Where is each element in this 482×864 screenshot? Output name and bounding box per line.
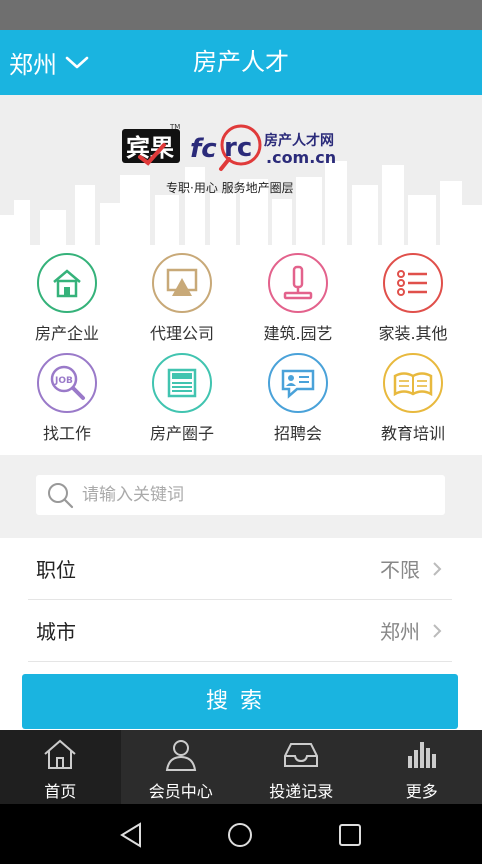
category-circle[interactable]: 房产圈子 [122, 347, 242, 447]
id-card-icon [268, 353, 328, 413]
city-filter-label: 城市 [36, 620, 76, 644]
svg-text:房产人才网: 房产人才网 [264, 132, 334, 149]
banner: 宾果 TM fc rc 房产人才网 .com.cn 专职·用心 服务地产圈层 [0, 95, 482, 245]
city-filter-value: 郑州 [380, 620, 420, 644]
slogan: 专职·用心 服务地产圈层 [166, 181, 294, 195]
system-nav-bar [0, 804, 482, 864]
bars-icon [407, 742, 436, 768]
app-header: 郑州 房产人才 [0, 30, 482, 95]
list-icon [383, 253, 443, 313]
svg-text:fc: fc [190, 134, 217, 164]
tab-more[interactable]: 更多 [362, 730, 482, 804]
category-label: 家装.其他 [378, 324, 448, 343]
recent-apps-icon[interactable] [337, 822, 363, 848]
city-label: 郑州 [9, 51, 57, 79]
chevron-right-icon [433, 623, 442, 638]
user-icon [165, 740, 196, 771]
city-selector[interactable]: 郑州 [9, 30, 89, 95]
category-decoration[interactable]: 家装.其他 [353, 247, 473, 347]
category-agency[interactable]: 代理公司 [122, 247, 242, 347]
city-filter-row[interactable]: 城市 郑州 [28, 600, 452, 662]
house-icon [37, 253, 97, 313]
newspaper-icon [152, 353, 212, 413]
position-filter-row[interactable]: 职位 不限 [28, 538, 452, 600]
category-construction[interactable]: 建筑.园艺 [238, 247, 358, 347]
tab-label: 会员中心 [148, 782, 213, 801]
category-real-estate[interactable]: 房产企业 [7, 247, 127, 347]
search-area [0, 455, 482, 538]
logo-mark: 宾果 TM fc rc 房产人才网 .com.cn [122, 123, 336, 171]
svg-text:JOB: JOB [54, 376, 73, 386]
book-icon [383, 353, 443, 413]
bottom-tab-bar: 首页 会员中心 投递记录 更多 [0, 730, 482, 804]
category-grid: 房产企业 代理公司 建筑.园艺 家装.其他 JOB 找工作 房产圈子 招聘会 教… [0, 245, 482, 455]
brand-logo: 宾果 TM fc rc 房产人才网 .com.cn 专职·用心 服务地产圈层 [120, 123, 370, 195]
search-input[interactable] [82, 485, 422, 505]
inbox-icon [284, 743, 319, 767]
tab-application-history[interactable]: 投递记录 [241, 730, 362, 804]
status-bar [0, 0, 482, 30]
category-label: 代理公司 [149, 324, 214, 343]
tab-member-center[interactable]: 会员中心 [121, 730, 242, 804]
job-search-icon: JOB [37, 353, 97, 413]
tab-label: 投递记录 [269, 782, 334, 801]
category-label: 建筑.园艺 [263, 324, 333, 343]
home-circle-icon[interactable] [227, 822, 253, 848]
position-label: 职位 [36, 558, 76, 582]
category-label: 找工作 [42, 424, 91, 443]
tab-label: 首页 [44, 782, 77, 801]
svg-text:rc: rc [224, 133, 252, 163]
svg-text:TM: TM [169, 123, 180, 131]
svg-text:.com.cn: .com.cn [266, 148, 336, 167]
category-find-job[interactable]: JOB 找工作 [7, 347, 127, 447]
position-value: 不限 [380, 558, 420, 582]
chevron-down-icon [65, 56, 89, 68]
home-icon [44, 739, 76, 769]
tab-label: 更多 [405, 782, 438, 801]
category-education[interactable]: 教育培训 [353, 347, 473, 447]
search-icon [48, 483, 74, 509]
category-label: 房产企业 [34, 324, 99, 343]
tab-home[interactable]: 首页 [0, 730, 121, 804]
category-label: 教育培训 [380, 424, 445, 443]
roller-icon [268, 253, 328, 313]
search-button[interactable]: 搜索 [22, 674, 458, 729]
chevron-right-icon [433, 561, 442, 576]
main-content: 宾果 TM fc rc 房产人才网 .com.cn 专职·用心 服务地产圈层 房… [0, 95, 482, 730]
easel-icon [152, 253, 212, 313]
category-label: 招聘会 [273, 424, 322, 443]
category-label: 房产圈子 [149, 424, 214, 443]
search-box[interactable] [36, 475, 445, 515]
back-icon[interactable] [118, 822, 144, 848]
category-job-fair[interactable]: 招聘会 [238, 347, 358, 447]
